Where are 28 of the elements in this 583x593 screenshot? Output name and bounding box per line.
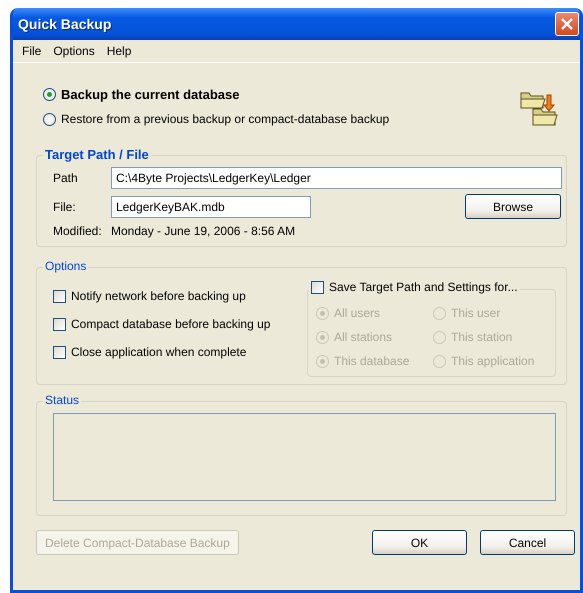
close-button[interactable] (555, 12, 579, 36)
path-field[interactable]: C:\4Byte Projects\LedgerKey\Ledger (111, 167, 562, 189)
menu-item[interactable]: Options (47, 44, 101, 58)
group-title: Target Path / File (45, 147, 149, 162)
window-title: Quick Backup (18, 16, 112, 32)
menu-item[interactable]: File (16, 44, 48, 58)
radio-button[interactable] (43, 88, 56, 101)
group-title: Status (45, 393, 80, 407)
radio-button[interactable] (43, 112, 56, 126)
close-icon (561, 18, 573, 30)
checkbox-label[interactable]: Notify network before backing up (71, 289, 246, 303)
field-label: File: (53, 200, 77, 214)
modified-date: Monday - June 19, 2006 - 8:56 AM (111, 224, 296, 238)
cancel-button[interactable]: Cancel (480, 530, 575, 555)
checkbox[interactable] (53, 290, 66, 302)
menu-item[interactable]: Help (100, 44, 138, 58)
checkbox[interactable] (53, 346, 66, 358)
checkbox-label[interactable]: Close application when complete (71, 345, 246, 359)
field-label: Modified: (53, 224, 103, 238)
field-label: Path (53, 171, 79, 185)
radio-label[interactable]: Backup the current database (61, 87, 240, 102)
checkbox-label[interactable]: Compact database before backing up (71, 317, 270, 331)
radio-label[interactable]: Restore from a previous backup or compact-database backup (61, 112, 390, 126)
ok-button[interactable]: OK (372, 530, 467, 555)
group-title: Options (45, 259, 86, 273)
file-field[interactable]: LedgerKeyBAK.mdb (111, 196, 311, 218)
checkbox[interactable] (53, 318, 66, 330)
browse-button[interactable]: Browse (465, 194, 561, 219)
